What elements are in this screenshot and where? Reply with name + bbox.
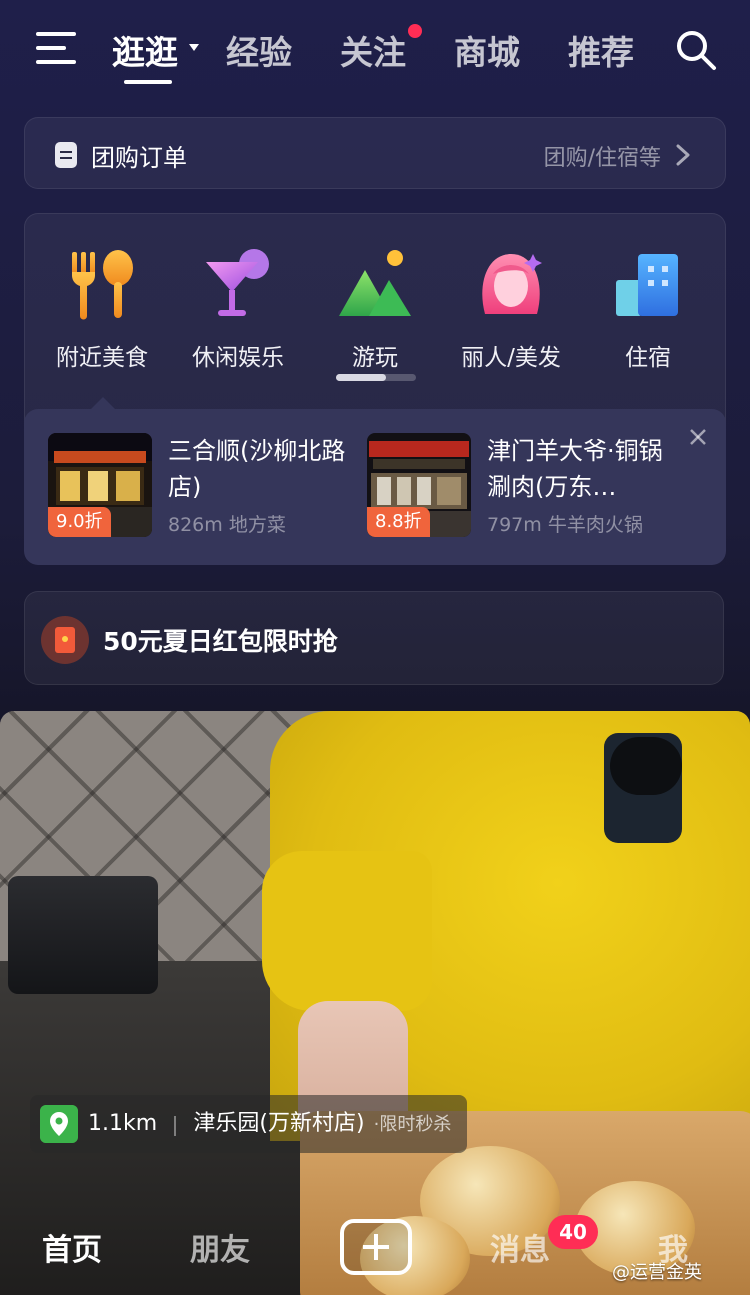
recommended-shop[interactable]: 8.8折 津门羊大爷·铜锅涮肉(万东… 797m 牛羊肉火锅 xyxy=(367,433,677,539)
red-envelope-icon xyxy=(41,616,89,664)
close-icon[interactable] xyxy=(688,427,708,447)
shop-photo: 9.0折 xyxy=(48,433,152,537)
video-person-sleeve xyxy=(262,851,432,1011)
tab-guanzhu[interactable]: 关注 xyxy=(340,26,406,74)
cocktail-icon xyxy=(206,249,269,316)
tab-shangcheng[interactable]: 商城 xyxy=(454,26,520,74)
recommended-shop[interactable]: 9.0折 三合顺(沙柳北路店) 826m 地方菜 xyxy=(48,433,358,539)
category-label: 休闲娱乐 xyxy=(192,345,284,371)
location-pin-icon xyxy=(40,1105,78,1143)
video-lapel-mic xyxy=(604,733,682,843)
video-machine xyxy=(8,876,158,994)
category-label: 丽人/美发 xyxy=(461,345,561,371)
tab-home[interactable]: 首页 xyxy=(42,1225,102,1269)
page-indicator-active xyxy=(336,374,386,381)
location-tag[interactable]: 1.1km 津乐园(万新村店) ·限时秒杀 xyxy=(30,1095,468,1153)
chevron-right-icon xyxy=(676,144,690,166)
page-indicator xyxy=(336,374,416,381)
shop-name: 三合顺(沙柳北路店) xyxy=(168,437,346,501)
group-order-card[interactable]: 团购订单 团购/住宿等 xyxy=(24,117,726,189)
group-order-title: 团购订单 xyxy=(91,144,187,172)
category-panel: 附近美食 休闲娱乐 游玩 丽人/美发 住宿 9.0折 三合顺(沙柳北路店) 82… xyxy=(24,213,726,565)
shop-name: 津门羊大爷·铜锅涮肉(万东… xyxy=(487,437,663,501)
discount-badge: 8.8折 xyxy=(367,507,430,537)
shop-distance: 797m xyxy=(487,514,542,536)
tab-jingyan[interactable]: 经验 xyxy=(226,26,292,74)
hotel-building-icon xyxy=(616,254,678,316)
tab-friends[interactable]: 朋友 xyxy=(190,1225,250,1269)
shop-distance: 826m xyxy=(168,514,223,536)
popup-pointer xyxy=(90,397,116,410)
nearby-recommendation-panel: 9.0折 三合顺(沙柳北路店) 826m 地方菜 8.8折 津门羊大爷·铜锅涮肉… xyxy=(24,397,726,565)
search-icon[interactable] xyxy=(674,28,718,72)
woman-hair-icon xyxy=(482,254,542,314)
menu-icon[interactable] xyxy=(36,32,76,66)
notification-dot xyxy=(408,24,422,38)
category-label: 住宿 xyxy=(625,345,671,371)
active-tab-indicator xyxy=(124,80,172,84)
top-navigation: 逛逛 经验 关注 商城 推荐 xyxy=(0,0,750,100)
message-count-badge: 40 xyxy=(548,1215,598,1249)
divider xyxy=(174,1115,177,1136)
location-shop-name: 津乐园(万新村店) xyxy=(193,1111,365,1136)
shop-meta: 826m 地方菜 xyxy=(168,510,286,537)
create-post-button[interactable] xyxy=(340,1219,412,1275)
category-hotel[interactable]: 住宿 xyxy=(583,244,713,372)
tab-tuijian[interactable]: 推荐 xyxy=(568,26,634,74)
category-play[interactable]: 游玩 xyxy=(310,244,440,372)
location-distance: 1.1km xyxy=(88,1111,158,1136)
shop-photo: 8.8折 xyxy=(367,433,471,537)
category-label: 游玩 xyxy=(352,345,398,371)
location-promo-tag: ·限时秒杀 xyxy=(373,1114,452,1135)
category-beauty[interactable]: 丽人/美发 xyxy=(446,244,576,372)
red-packet-text: 50元夏日红包限时抢 xyxy=(103,627,338,656)
category-nearby-food[interactable]: 附近美食 xyxy=(37,244,167,372)
tab-messages[interactable]: 消息 xyxy=(490,1225,550,1269)
category-leisure[interactable]: 休闲娱乐 xyxy=(173,244,303,372)
order-icon xyxy=(55,142,77,168)
fork-spoon-icon xyxy=(72,250,133,320)
mountain-icon xyxy=(339,250,411,316)
caret-down-icon[interactable] xyxy=(189,44,199,51)
shop-category: 牛羊肉火锅 xyxy=(547,514,643,536)
shop-meta: 797m 牛羊肉火锅 xyxy=(487,510,643,537)
watermark-text: @运营金英 xyxy=(612,1262,702,1283)
group-order-subtitle: 团购/住宿等 xyxy=(543,146,661,171)
tab-guangguang[interactable]: 逛逛 xyxy=(112,26,178,74)
shop-category: 地方菜 xyxy=(228,514,286,536)
discount-badge: 9.0折 xyxy=(48,507,111,537)
red-packet-banner[interactable]: 50元夏日红包限时抢 xyxy=(24,591,724,685)
category-label: 附近美食 xyxy=(56,345,148,371)
